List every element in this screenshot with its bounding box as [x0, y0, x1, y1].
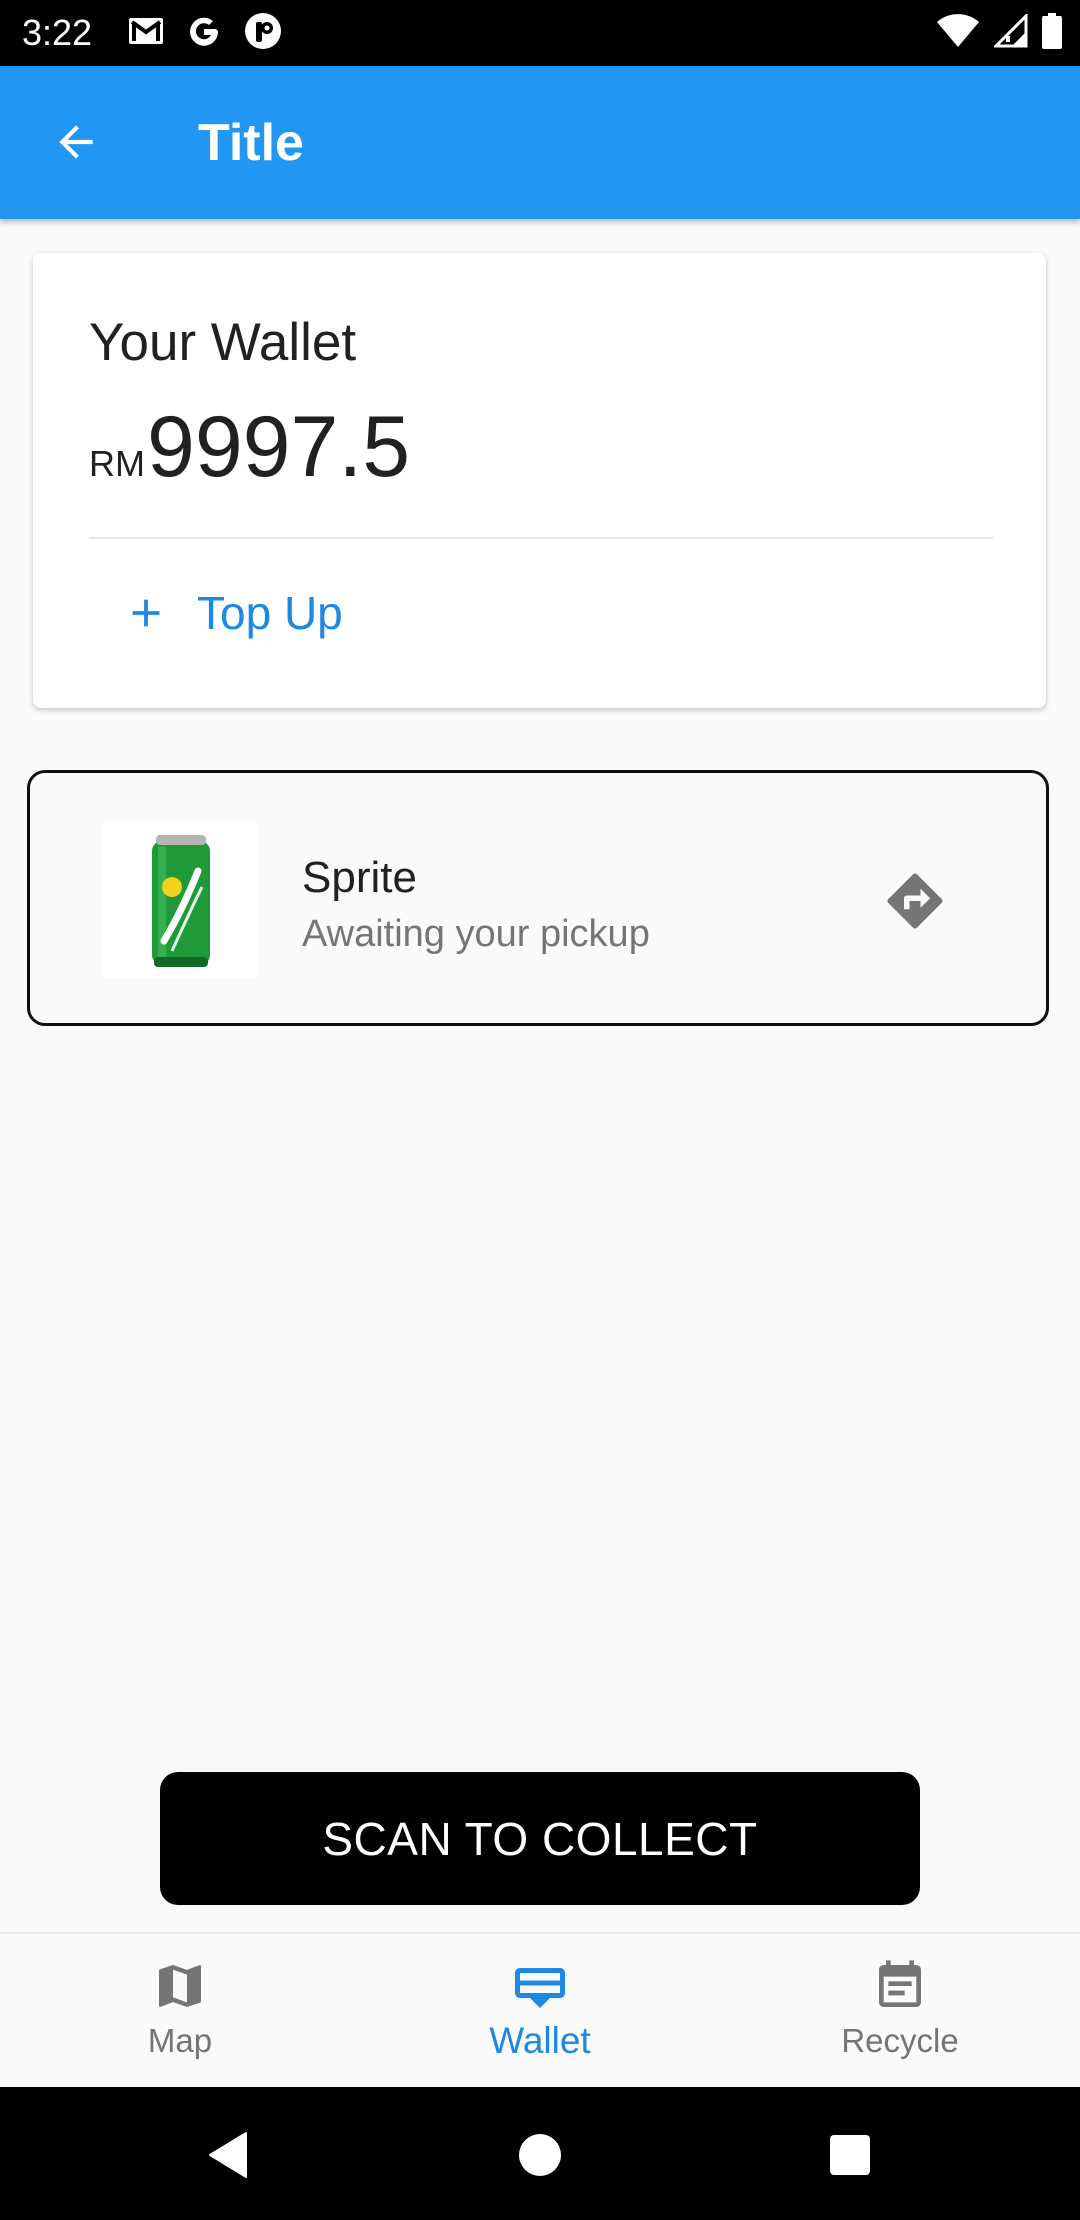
system-recents-button[interactable] [820, 2125, 880, 2185]
arrow-back-icon [59, 125, 93, 159]
item-title: Sprite [302, 853, 417, 902]
top-up-button[interactable]: Top Up [123, 583, 343, 643]
top-up-label: Top Up [197, 587, 343, 639]
system-navigation-bar [0, 2087, 1080, 2220]
cellular-signal-icon [992, 11, 1028, 53]
app-bar: Title [0, 66, 1080, 219]
nav-item-recycle[interactable]: Recycle [800, 1958, 1000, 2062]
divider [89, 537, 993, 539]
wallet-icon [515, 1968, 565, 2008]
system-back-button[interactable] [198, 2125, 258, 2185]
home-circle-icon [519, 2134, 561, 2176]
nav-label-wallet: Wallet [489, 2020, 591, 2061]
plus-icon [132, 599, 160, 627]
page-title: Title [198, 114, 304, 172]
nav-label-recycle: Recycle [841, 2022, 959, 2059]
directions-icon [887, 873, 943, 929]
status-system-icons [936, 11, 1062, 54]
gmail-icon [128, 17, 164, 50]
wallet-balance: RM 9997.5 [89, 397, 410, 497]
currency-label: RM [89, 443, 145, 484]
system-home-button[interactable] [510, 2125, 570, 2185]
nav-label-map: Map [147, 2022, 213, 2059]
sprite-can-image [103, 823, 258, 978]
wifi-icon [936, 13, 980, 54]
back-triangle-icon [209, 2132, 247, 2178]
scan-to-collect-button[interactable]: SCAN TO COLLECT [160, 1772, 920, 1905]
wallet-label: Your Wallet [89, 313, 357, 372]
battery-icon [1042, 12, 1062, 54]
bottom-navigation: Map Wallet Recycle [0, 1932, 1080, 2089]
balance-amount: 9997.5 [147, 399, 411, 495]
item-status: Awaiting your pickup [302, 913, 650, 955]
notification-app-icon [244, 12, 282, 55]
status-time: 3:22 [22, 12, 93, 53]
nav-item-wallet[interactable]: Wallet [440, 1958, 640, 2062]
status-notification-icons [128, 12, 282, 54]
status-bar: 3:22 [0, 0, 1080, 66]
back-button[interactable] [40, 106, 112, 178]
nav-item-map[interactable]: Map [80, 1958, 280, 2062]
wallet-card: Your Wallet RM 9997.5 Top Up [33, 253, 1046, 708]
event-note-icon [879, 1960, 921, 2007]
google-icon [186, 13, 222, 54]
directions-button[interactable] [882, 868, 948, 934]
recents-square-icon [830, 2135, 870, 2175]
map-icon [159, 1965, 201, 2007]
pickup-item-card[interactable]: Sprite Awaiting your pickup [27, 770, 1049, 1026]
